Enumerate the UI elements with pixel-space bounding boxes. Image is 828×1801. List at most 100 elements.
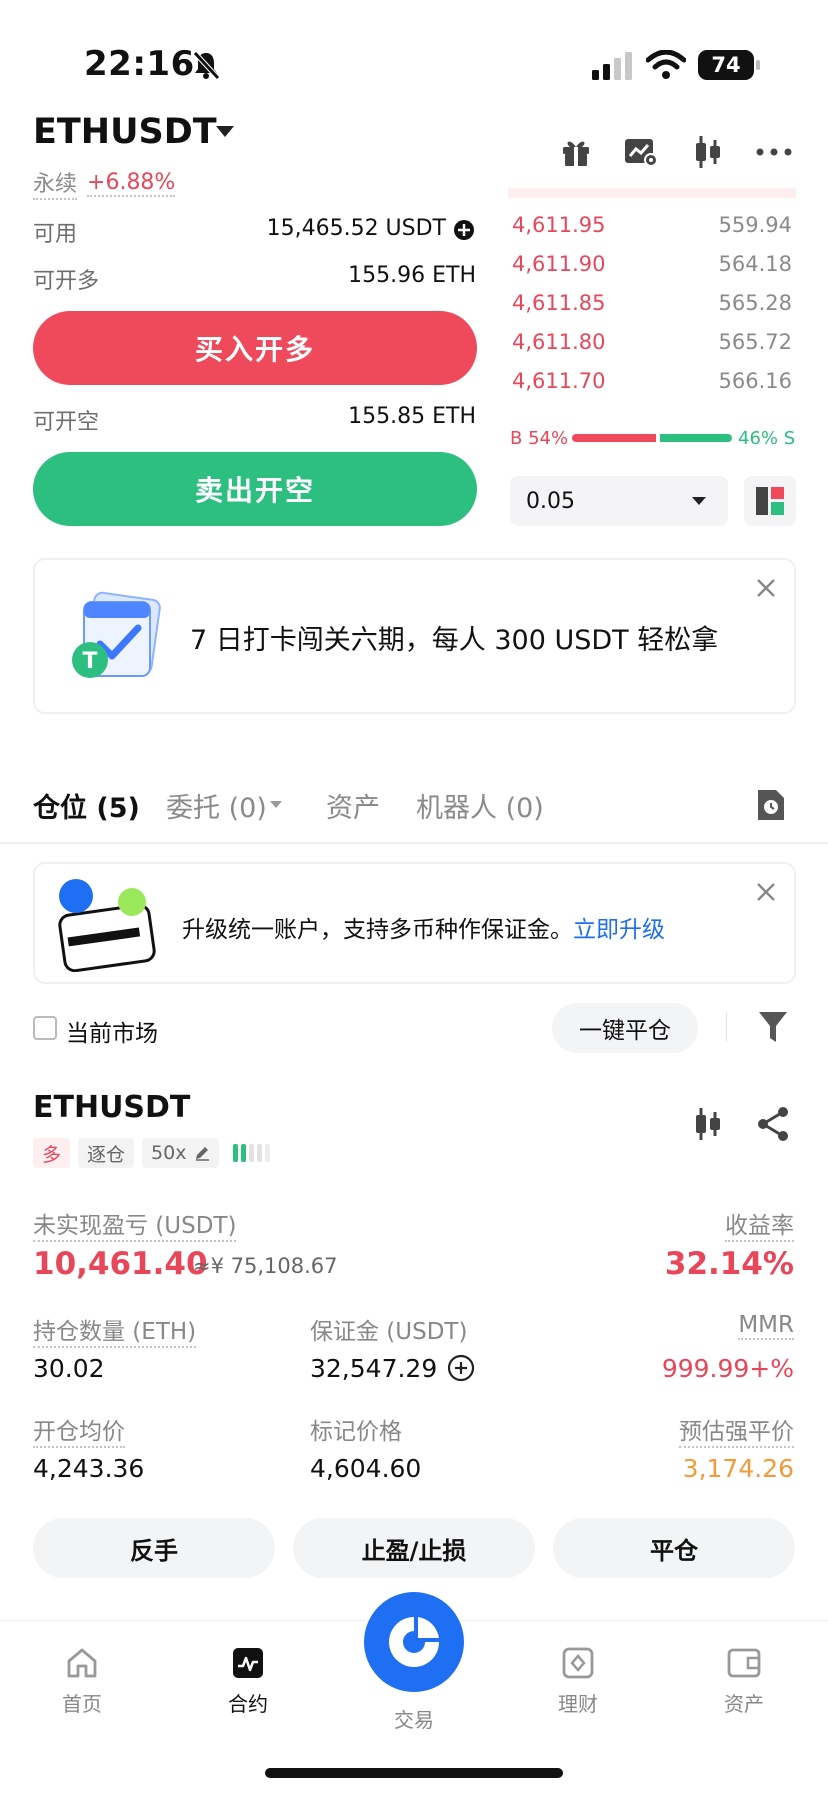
current-market-label: 当前市场 <box>66 1021 158 1047</box>
precision-value: 0.05 <box>526 488 575 514</box>
nav-assets-label: 资产 <box>724 1692 764 1716</box>
cellular-signal-icon <box>592 52 632 80</box>
wallet-icon <box>58 879 156 972</box>
current-market-checkbox[interactable] <box>33 1016 57 1040</box>
tab-orders[interactable]: 委托 (0) <box>166 786 267 825</box>
tab-assets[interactable]: 资产 <box>326 786 380 825</box>
calendar-check-icon: T <box>72 591 161 678</box>
close-icon[interactable] <box>756 882 776 902</box>
nav-futures[interactable]: 合约 <box>193 1646 303 1717</box>
tab-positions[interactable]: 仓位 (5) <box>33 786 140 825</box>
ask-row[interactable]: 4,611.90 564.18 <box>508 245 796 283</box>
unrealized-pnl-value: 10,461.40 <box>33 1246 208 1282</box>
perpetual-label: 永续 <box>33 166 78 200</box>
margin-value: 32,547.29 <box>310 1354 438 1383</box>
leverage-value: 50x <box>151 1142 187 1164</box>
ask-row[interactable]: 4,611.80 565.72 <box>508 323 796 361</box>
sell-short-button[interactable]: 卖出开空 <box>33 452 477 526</box>
add-margin-icon[interactable] <box>447 1354 475 1382</box>
margin-mode-tag: 逐仓 <box>78 1138 135 1168</box>
side-tag: 多 <box>33 1138 71 1168</box>
entry-price-value: 4,243.36 <box>33 1454 145 1483</box>
mark-price-value: 4,604.60 <box>310 1454 422 1483</box>
nav-home-label: 首页 <box>62 1692 102 1716</box>
symbol-title: ETHUSDT <box>33 112 217 152</box>
nav-earn[interactable]: 理财 <box>523 1646 633 1717</box>
share-icon[interactable] <box>756 1106 790 1142</box>
available-value: 15,465.52 USDT <box>266 216 446 241</box>
roi-label: 收益率 <box>725 1206 794 1242</box>
ask-price: 4,611.80 <box>512 330 606 354</box>
ask-row[interactable]: 4,611.95 559.94 <box>508 206 796 244</box>
ratio-bar <box>572 434 732 442</box>
promo-text: 7 日打卡闯关六期，每人 300 USDT 轻松拿 <box>190 625 719 656</box>
ratio-bar-buy <box>572 434 656 442</box>
chevron-down-icon <box>692 496 706 505</box>
size-value: 30.02 <box>33 1354 105 1383</box>
futures-icon <box>233 1648 263 1678</box>
reverse-button[interactable]: 反手 <box>33 1518 275 1578</box>
ask-price: 4,611.85 <box>512 291 606 315</box>
ask-row[interactable]: 4,611.85 565.28 <box>508 284 796 322</box>
nav-home[interactable]: 首页 <box>27 1646 137 1717</box>
wallet-icon <box>727 1648 761 1678</box>
upgrade-link[interactable]: 立即升级 <box>573 917 665 943</box>
edit-icon <box>196 1147 210 1161</box>
available-label: 可用 <box>33 222 78 247</box>
unrealized-pnl-cny: ≈¥ 75,108.67 <box>193 1254 338 1278</box>
buy-ratio-label: B 54% <box>510 428 569 449</box>
ask-price: 4,611.90 <box>512 252 606 276</box>
chart-settings-icon[interactable] <box>623 136 659 168</box>
tp-sl-button[interactable]: 止盈/止损 <box>293 1518 535 1578</box>
position-symbol[interactable]: ETHUSDT <box>33 1090 190 1125</box>
liq-price-value: 3,174.26 <box>682 1454 794 1483</box>
candlestick-icon[interactable] <box>692 1106 724 1142</box>
tab-bots[interactable]: 机器人 (0) <box>416 786 544 825</box>
position-tags: 多 逐仓 50x <box>33 1138 271 1168</box>
home-indicator <box>265 1768 563 1778</box>
ask-qty: 565.28 <box>718 291 792 315</box>
can-long-label: 可开多 <box>33 269 100 294</box>
ask-qty: 559.94 <box>718 213 792 237</box>
close-position-button[interactable]: 平仓 <box>553 1518 795 1578</box>
adl-indicator <box>233 1144 271 1162</box>
close-icon[interactable] <box>756 578 776 598</box>
precision-select[interactable]: 0.05 <box>510 476 728 526</box>
home-icon <box>67 1648 97 1678</box>
add-funds-icon[interactable] <box>453 219 475 241</box>
ask-price: 4,611.95 <box>512 213 606 237</box>
filter-icon[interactable] <box>758 1010 788 1044</box>
leverage-tag[interactable]: 50x <box>142 1138 220 1168</box>
mmr-value: 999.99+% <box>661 1354 794 1383</box>
roi-value: 32.14% <box>664 1246 794 1282</box>
battery-level: 74 <box>711 53 741 77</box>
sell-ratio-label: 46% S <box>738 428 796 449</box>
close-all-button[interactable]: 一键平仓 <box>552 1003 698 1053</box>
mute-bell-icon <box>193 51 220 80</box>
buy-long-button[interactable]: 买入开多 <box>33 311 477 385</box>
history-icon[interactable] <box>756 788 786 822</box>
tabs-divider <box>0 842 828 844</box>
symbol-selector[interactable]: ETHUSDT <box>33 112 217 152</box>
nav-earn-label: 理财 <box>558 1692 598 1716</box>
orderbook-asks: 4,611.95 559.94 4,611.90 564.18 4,611.85… <box>508 188 796 404</box>
price-change: +6.88% <box>87 169 176 197</box>
nav-futures-label: 合约 <box>228 1692 268 1716</box>
battery-tip <box>756 60 760 70</box>
candlestick-icon[interactable] <box>692 134 724 170</box>
status-time: 22:16 <box>84 44 195 84</box>
orderbook-layout-button[interactable] <box>744 476 796 526</box>
gift-icon[interactable] <box>560 136 592 168</box>
svg-text:T: T <box>82 649 97 674</box>
upgrade-text: 升级统一账户，支持多币种作保证金。立即升级 <box>182 910 665 944</box>
nav-assets[interactable]: 资产 <box>689 1646 799 1717</box>
ask-row[interactable]: 4,611.70 566.16 <box>508 362 796 400</box>
orderbook-clipped-row <box>508 188 796 198</box>
nav-trade-button[interactable] <box>364 1592 464 1692</box>
battery-icon: 74 <box>698 50 754 80</box>
dropdown-caret-icon[interactable] <box>216 126 234 138</box>
more-icon[interactable] <box>756 148 792 156</box>
chevron-down-icon[interactable] <box>270 801 282 809</box>
wifi-icon <box>646 50 686 79</box>
mmr-label: MMR <box>738 1312 794 1340</box>
